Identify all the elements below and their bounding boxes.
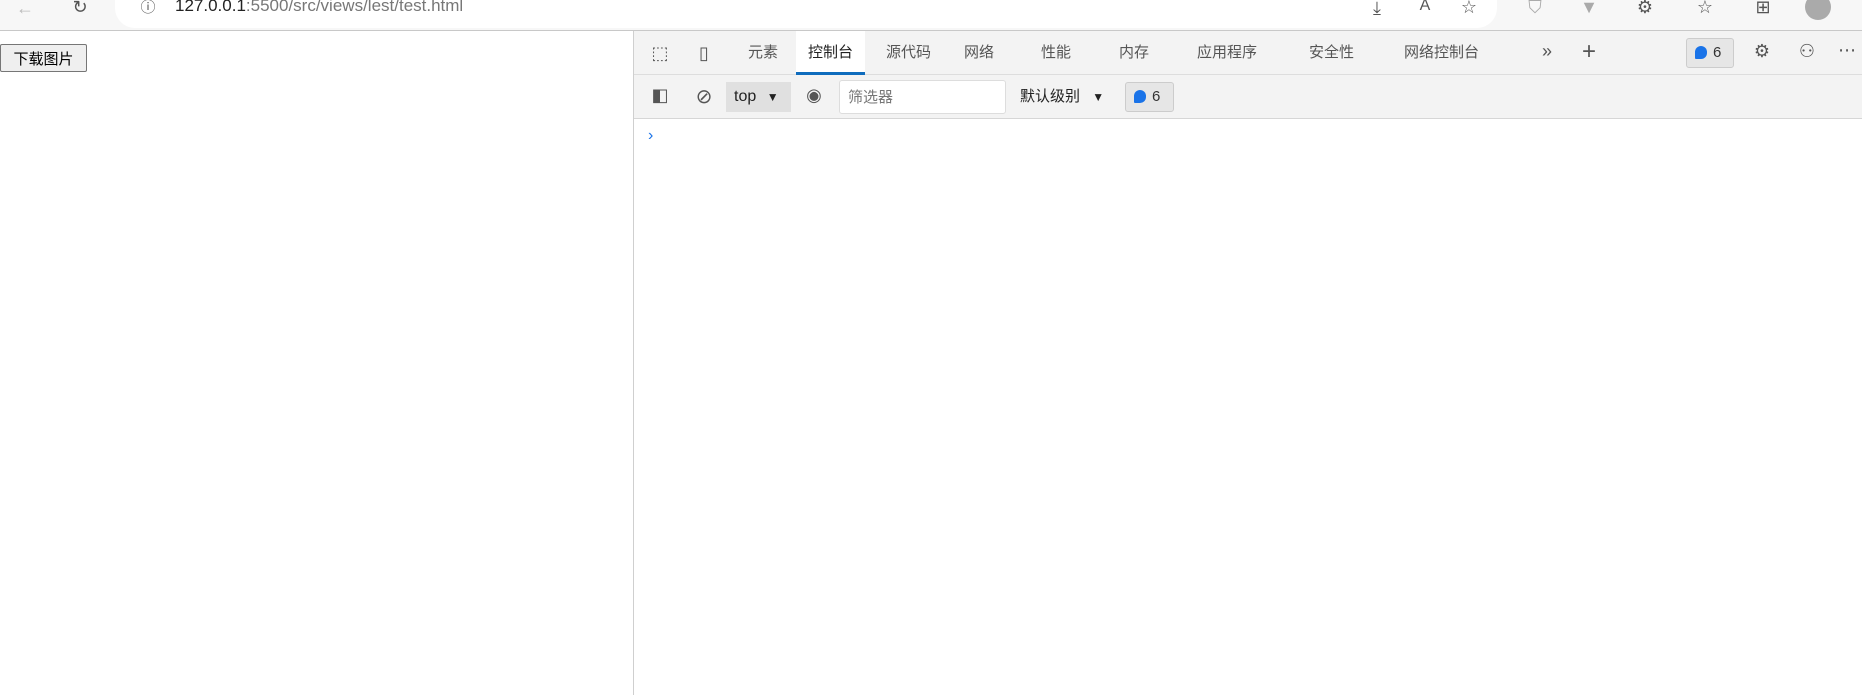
dropdown-arrow-icon: ▼ [1092,90,1105,104]
info-icon[interactable]: ⓘ [135,0,161,17]
console-toolbar: ◧ ⊘ top ▼ ◉ 默认级别 ▼ 6 [634,75,1862,119]
messages-count: 6 [1152,88,1161,105]
inspect-element-icon[interactable]: ⬚ [647,43,673,64]
message-icon [1134,90,1146,103]
collections-icon[interactable]: ⊞ [1750,0,1776,18]
sidebar-toggle-icon[interactable]: ◧ [647,85,673,106]
tab-console[interactable]: 控制台 [796,31,866,75]
clear-console-icon[interactable]: ⊘ [691,84,717,109]
avatar[interactable] [1805,0,1831,20]
log-level-dropdown[interactable]: 默认级别 ▼ [1020,82,1104,112]
url-text[interactable]: 127.0.0.1:5500/src/views/lest/test.html [175,0,463,16]
filter-input[interactable] [839,80,1006,114]
favorite-add-icon[interactable]: ☆ [1456,0,1482,18]
tab-network[interactable]: 网络 [964,31,994,75]
tab-performance[interactable]: 性能 [1041,31,1071,75]
extension-icon[interactable]: ▼ [1576,0,1602,18]
browser-toolbar: ← ↻ ⓘ 127.0.0.1:5500/src/views/lest/test… [0,0,1862,31]
download-image-button[interactable]: 下载图片 [0,44,87,72]
log-level-value: 默认级别 [1020,88,1081,105]
settings-gear-icon[interactable]: ⚙ [1749,41,1775,62]
dropdown-arrow-icon: ▼ [766,90,779,104]
favorites-icon[interactable]: ☆ [1692,0,1718,18]
devtools-panel: ⬚ ▯ 元素 控制台 源代码 网络 性能 内存 应用程序 安全性 网络控制台 »… [633,31,1862,695]
tab-application[interactable]: 应用程序 [1197,31,1257,75]
context-selector[interactable]: top ▼ [726,82,791,112]
issues-count: 6 [1713,44,1722,61]
tab-elements[interactable]: 元素 [748,31,778,75]
tab-memory[interactable]: 内存 [1119,31,1149,75]
more-options-icon[interactable]: ⋯ [1834,40,1860,61]
refresh-icon[interactable]: ↻ [67,0,93,18]
read-aloud-icon[interactable]: A [1412,0,1438,15]
device-emulation-icon[interactable]: ▯ [691,43,717,64]
tab-network-console[interactable]: 网络控制台 [1404,31,1479,75]
issues-badge[interactable]: 6 [1686,38,1734,68]
url-path: :5500/src/views/lest/test.html [245,0,464,15]
context-value: top [734,88,757,105]
extensions-icon[interactable]: ⚙ [1632,0,1658,18]
devtools-tabbar: ⬚ ▯ 元素 控制台 源代码 网络 性能 内存 应用程序 安全性 网络控制台 »… [634,31,1862,75]
console-prompt[interactable]: › [648,127,653,145]
message-icon [1695,46,1707,59]
feedback-icon[interactable]: ⚇ [1794,41,1820,62]
download-icon[interactable]: ⤓ [1364,0,1390,19]
back-icon[interactable]: ← [12,0,38,19]
shield-extension-icon[interactable]: ⛉ [1522,0,1548,18]
live-expression-eye-icon[interactable]: ◉ [801,85,827,106]
messages-badge[interactable]: 6 [1125,82,1174,112]
more-tabs-icon[interactable]: » [1534,41,1560,62]
tab-sources[interactable]: 源代码 [886,31,931,75]
url-host: 127.0.0.1 [175,0,246,15]
add-tab-icon[interactable]: + [1576,38,1602,66]
tab-security[interactable]: 安全性 [1309,31,1354,75]
